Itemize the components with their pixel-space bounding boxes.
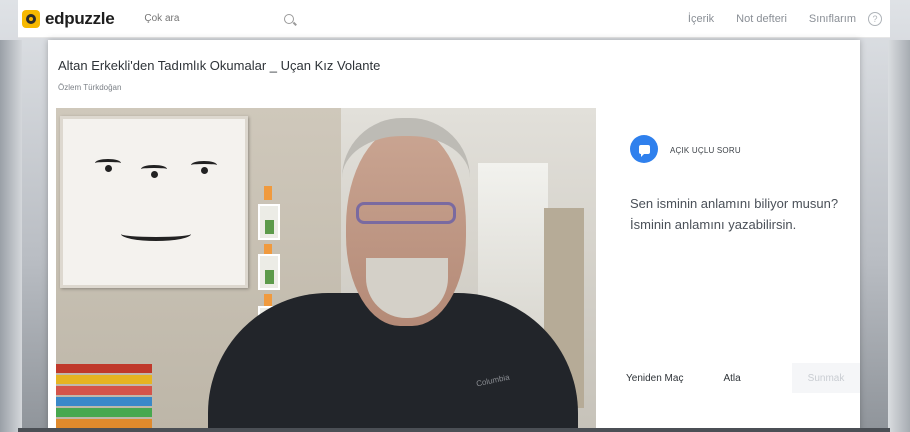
question-panel: AÇIK UÇLU SORU Sen isminin anlamını bili… (618, 108, 860, 432)
presenter-glasses (356, 202, 456, 224)
drawing-pupil-right (201, 167, 208, 174)
question-line-1: Sen isminin anlamını biliyor musun? (630, 196, 839, 211)
nav-link-content[interactable]: İçerik (688, 13, 714, 25)
nav-link-notebook[interactable]: Not defteri (736, 13, 787, 25)
lesson-title: Altan Erkekli'den Tadımlık Okumalar _ Uç… (58, 58, 381, 73)
nav-link-classes[interactable]: Sınıflarım (809, 13, 856, 25)
book (56, 419, 152, 428)
tape-strip (264, 186, 272, 200)
drawing-mustache (121, 227, 191, 241)
puzzle-logo-icon (22, 9, 40, 28)
rewatch-button[interactable]: Yeniden Maç (626, 373, 683, 384)
framed-face-drawing (60, 116, 248, 288)
speech-bubble-icon (638, 144, 650, 157)
skip-button[interactable]: Atla (723, 373, 740, 384)
question-type-label: AÇIK UÇLU SORU (670, 146, 741, 155)
nav-links: İçerik Not defteri Sınıflarım ? (666, 11, 882, 26)
wall-photo (258, 254, 280, 290)
search-input[interactable] (144, 13, 255, 24)
search-box[interactable] (144, 9, 295, 29)
wall-photo (258, 204, 280, 240)
question-actions: Yeniden Maç Atla Sunmak (626, 363, 860, 393)
bottom-bar (18, 428, 890, 432)
drawing-pupil-middle (151, 171, 158, 178)
submit-button[interactable]: Sunmak (792, 363, 860, 393)
search-icon[interactable] (284, 13, 295, 24)
edpuzzle-logo[interactable]: edpuzzle (22, 8, 115, 29)
book (56, 375, 152, 384)
book (56, 397, 152, 406)
video-player[interactable]: Columbia (56, 108, 596, 432)
book (56, 408, 152, 417)
lesson-card: Altan Erkekli'den Tadımlık Okumalar _ Uç… (48, 40, 860, 432)
book (56, 364, 152, 373)
lesson-author[interactable]: Özlem Türkdoğan (58, 83, 121, 92)
question-text: Sen isminin anlamını biliyor musun? İsmi… (630, 193, 855, 235)
book-stack (56, 364, 156, 430)
top-navbar: edpuzzle İçerik Not defteri Sınıflarım ? (18, 0, 890, 38)
book (56, 386, 152, 395)
logo-text: edpuzzle (45, 8, 115, 28)
question-line-2: İsminin anlamını yazabilirsin. (630, 217, 797, 232)
drawing-pupil-left (105, 165, 112, 172)
question-type-badge (630, 135, 658, 163)
help-icon[interactable]: ? (868, 11, 882, 26)
